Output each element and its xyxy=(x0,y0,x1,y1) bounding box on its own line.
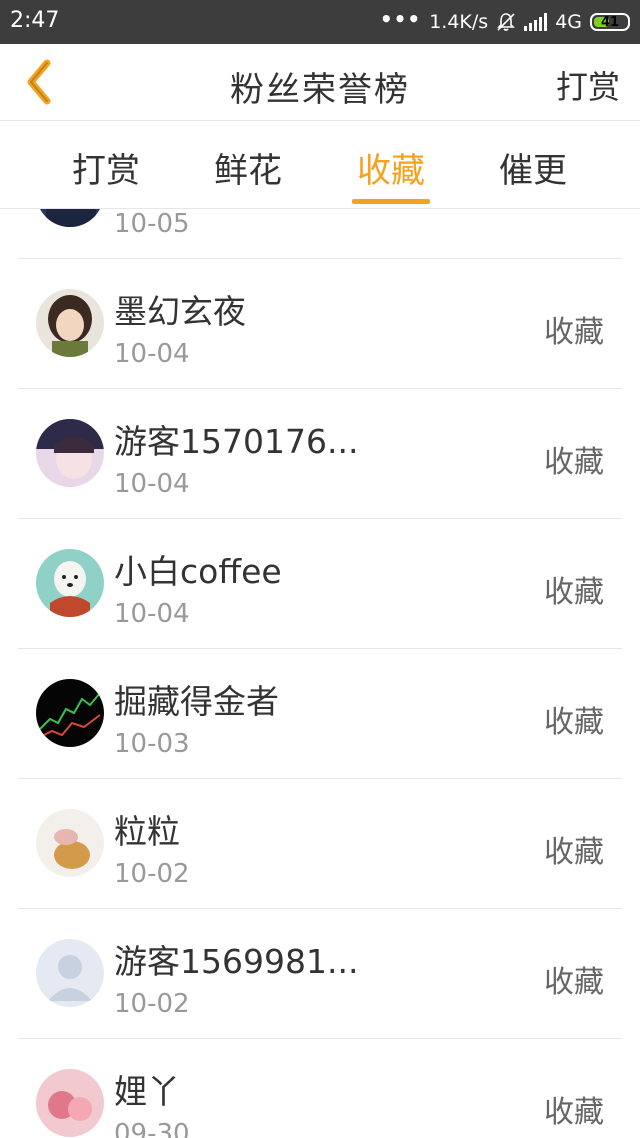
tab-flowers[interactable]: 鲜花 xyxy=(198,143,298,192)
status-icons: ••• 1.4K/s 4G 41 xyxy=(379,7,630,35)
battery-level: 41 xyxy=(600,14,620,30)
fan-action: 收藏 xyxy=(544,445,604,480)
fan-name: 小白coffee xyxy=(114,552,282,591)
fan-date: 10-04 xyxy=(114,339,190,369)
fan-name: 游客1570176... xyxy=(114,422,359,461)
fan-date: 09-30 xyxy=(114,1119,190,1138)
avatar xyxy=(36,419,104,487)
avatar xyxy=(36,679,104,747)
header: 粉丝荣誉榜 打赏 xyxy=(0,44,640,120)
bell-off-icon xyxy=(496,12,516,32)
fan-date: 10-02 xyxy=(114,989,190,1019)
avatar xyxy=(36,209,104,227)
list-item[interactable]: 墨幻玄夜 10-04 收藏 xyxy=(18,259,622,389)
fan-action: 收藏 xyxy=(544,315,604,350)
list-item[interactable]: 游客1570176... 10-04 收藏 xyxy=(18,389,622,519)
net-speed: 1.4K/s xyxy=(429,11,489,33)
fan-action: 收藏 xyxy=(544,705,604,740)
status-bar: 2:47 ••• 1.4K/s 4G 41 xyxy=(0,0,640,44)
tab-reward[interactable]: 打赏 xyxy=(56,143,156,192)
tab-bar: 打赏 鲜花 收藏 催更 xyxy=(0,121,640,209)
avatar xyxy=(36,1069,104,1137)
fan-date: 10-04 xyxy=(114,469,190,499)
fan-date: 10-05 xyxy=(114,209,190,239)
avatar xyxy=(36,939,104,1007)
fan-date: 10-04 xyxy=(114,599,190,629)
fan-name: 墨幻玄夜 xyxy=(114,292,246,331)
fan-name: 掘藏得金者 xyxy=(114,682,279,721)
avatar xyxy=(36,809,104,877)
fan-name: 游客1569981... xyxy=(114,942,359,981)
list-item[interactable]: 掘藏得金者 10-03 收藏 xyxy=(18,649,622,779)
more-dots-icon: ••• xyxy=(379,7,422,31)
list-item[interactable]: 游客1569981... 10-02 收藏 xyxy=(18,909,622,1039)
list-item[interactable]: 10-05 xyxy=(18,209,622,259)
reward-button[interactable]: 打赏 xyxy=(556,62,620,108)
fan-name: 粒粒 xyxy=(114,812,180,851)
active-tab-indicator xyxy=(352,199,430,204)
network-type: 4G xyxy=(555,11,582,33)
avatar xyxy=(36,289,104,357)
status-time: 2:47 xyxy=(10,8,60,33)
tab-urge-update[interactable]: 催更 xyxy=(483,143,583,192)
fan-action: 收藏 xyxy=(544,575,604,610)
fan-action: 收藏 xyxy=(544,1095,604,1130)
fan-name: 娌丫 xyxy=(114,1072,180,1111)
battery-icon: 41 xyxy=(590,13,630,31)
page-title: 粉丝荣誉榜 xyxy=(230,70,410,110)
fan-date: 10-03 xyxy=(114,729,190,759)
avatar xyxy=(36,549,104,617)
fan-date: 10-02 xyxy=(114,859,190,889)
fan-action: 收藏 xyxy=(544,835,604,870)
tab-favorites[interactable]: 收藏 xyxy=(341,143,441,192)
list-item[interactable]: 娌丫 09-30 收藏 xyxy=(18,1039,622,1138)
fan-action: 收藏 xyxy=(544,965,604,1000)
list-item[interactable]: 小白coffee 10-04 收藏 xyxy=(18,519,622,649)
fan-list[interactable]: 10-05 墨幻玄夜 10-04 收藏 游客1570176... 10-04 收… xyxy=(0,209,640,1138)
list-item[interactable]: 粒粒 10-02 收藏 xyxy=(18,779,622,909)
signal-icon xyxy=(524,13,548,31)
